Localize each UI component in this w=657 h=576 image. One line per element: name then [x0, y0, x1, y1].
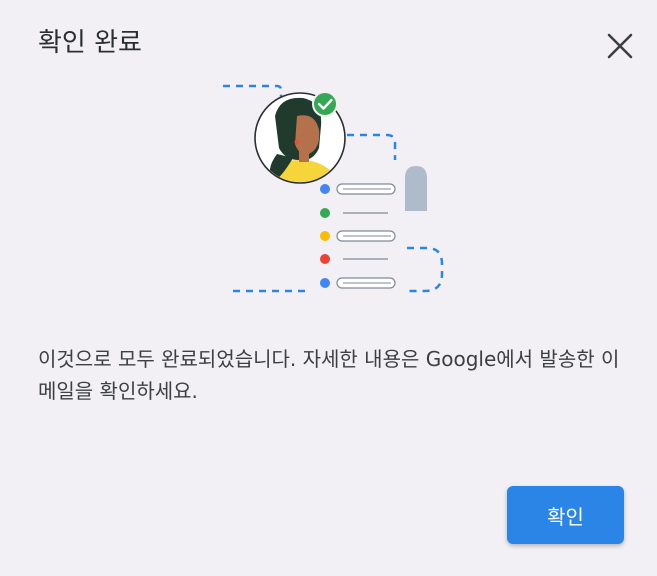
bookmark-shape [405, 166, 427, 211]
close-icon [607, 33, 633, 59]
check-badge-icon [312, 91, 338, 117]
confirm-button[interactable]: 확인 [507, 486, 624, 544]
dialog-title: 확인 완료 [38, 28, 142, 58]
dialog-message: 이것으로 모두 완료되었습니다. 자세한 내용은 Google에서 발송한 이메… [38, 347, 620, 403]
close-button[interactable] [600, 26, 640, 66]
verified-user-checklist-illustration [223, 84, 444, 293]
checklist [320, 183, 396, 289]
completion-dialog: 확인 완료 이것으로 모두 완료되었습니다. 자세한 내용은 Google에서 … [0, 0, 657, 576]
